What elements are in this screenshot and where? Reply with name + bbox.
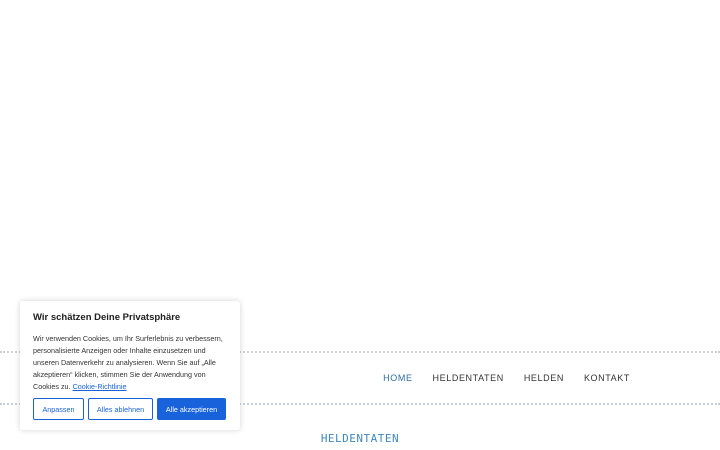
cookie-banner-buttons: Anpassen Alles ablehnen Alle akzeptieren xyxy=(33,398,226,420)
reject-all-button[interactable]: Alles ablehnen xyxy=(88,398,153,420)
hero-area xyxy=(0,0,720,350)
cookie-policy-link[interactable]: Cookie-Richtlinie xyxy=(73,382,127,391)
accept-all-button[interactable]: Alle akzeptieren xyxy=(157,398,226,420)
nav-item-heldentaten[interactable]: HELDENTATEN xyxy=(423,371,514,385)
main-navigation: HOME HELDENTATEN HELDEN KONTAKT xyxy=(373,371,640,385)
nav-item-helden[interactable]: HELDEN xyxy=(514,371,574,385)
cookie-banner-text: Wir verwenden Cookies, um Ihr Surferlebn… xyxy=(33,333,227,393)
customize-button[interactable]: Anpassen xyxy=(33,398,84,420)
cookie-banner-message: Wir verwenden Cookies, um Ihr Surferlebn… xyxy=(33,334,223,391)
nav-item-home[interactable]: HOME xyxy=(373,371,422,385)
cookie-consent-banner: Wir schätzen Deine Privatsphäre Wir verw… xyxy=(20,301,240,430)
section-title: HELDENTATEN xyxy=(320,432,400,445)
cookie-banner-title: Wir schätzen Deine Privatsphäre xyxy=(33,312,181,323)
nav-item-kontakt[interactable]: KONTAKT xyxy=(574,371,640,385)
